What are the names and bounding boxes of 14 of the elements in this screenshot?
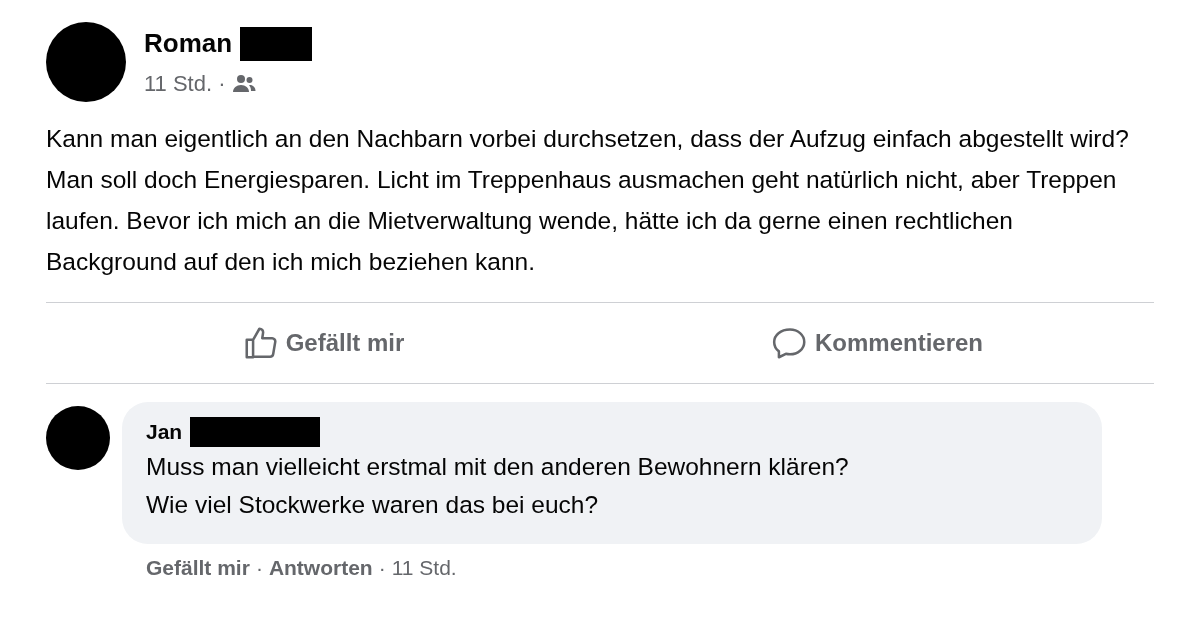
commenter-name[interactable]: Jan bbox=[146, 416, 183, 448]
comment-text: Muss man vielleicht erstmal mit den anderen Bewohnern klären? bbox=[146, 451, 850, 482]
separator-dot: · bbox=[378, 554, 386, 581]
comment-time: 11 Std. bbox=[391, 554, 457, 581]
comment-link[interactable]: Antworten bbox=[268, 551, 373, 583]
friends-icon bbox=[231, 73, 256, 94]
comment-link[interactable]: Gefällt mir bbox=[146, 551, 250, 583]
comment-button[interactable]: Kommentieren bbox=[600, 324, 1154, 362]
comment-text: Wie viel Stockwerke waren das bei euch? bbox=[146, 489, 600, 520]
post-text: Kann man eigentlich an den Nachbarn vorbei durchsetzen, dass der Aufzug einfach abgestellt wird? Man soll doch Energiesparen. Licht im Treppenhaus ausmachen geht natürlich nicht, aber Treppen laufen. Bevor ich mich an die Mietverwaltung wende, hätte ich da gerne einen rechtlichen Background auf den ich mich beziehen kann. bbox=[46, 124, 1130, 277]
author-name[interactable]: Roman bbox=[144, 24, 233, 63]
separator-dot: · bbox=[255, 554, 263, 581]
like-button[interactable]: Gefällt mir bbox=[46, 324, 600, 362]
post-time: 11 Std. · bbox=[144, 70, 226, 98]
